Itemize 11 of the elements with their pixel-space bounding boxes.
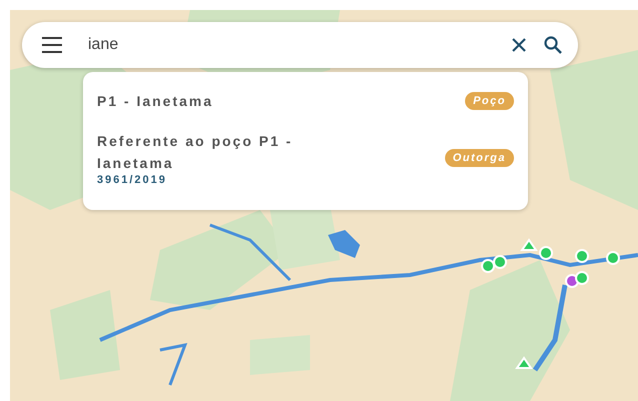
menu-icon[interactable] — [42, 37, 62, 53]
result-title: P1 - Ianetama — [97, 92, 214, 111]
search-icon[interactable] — [544, 36, 562, 54]
close-icon[interactable] — [512, 38, 526, 52]
result-number: 3961/2019 — [97, 174, 168, 186]
result-item[interactable]: P1 - Ianetama Poço — [97, 86, 514, 122]
search-field[interactable]: iane — [80, 25, 512, 65]
result-item[interactable]: Referente ao poço P1 - Ianetama 3961/2019 Outorga — [97, 122, 514, 196]
type-tag: Outorga — [444, 149, 514, 167]
type-tag: Poço — [465, 92, 514, 110]
result-title: Referente ao poço P1 - Ianetama — [97, 132, 294, 173]
